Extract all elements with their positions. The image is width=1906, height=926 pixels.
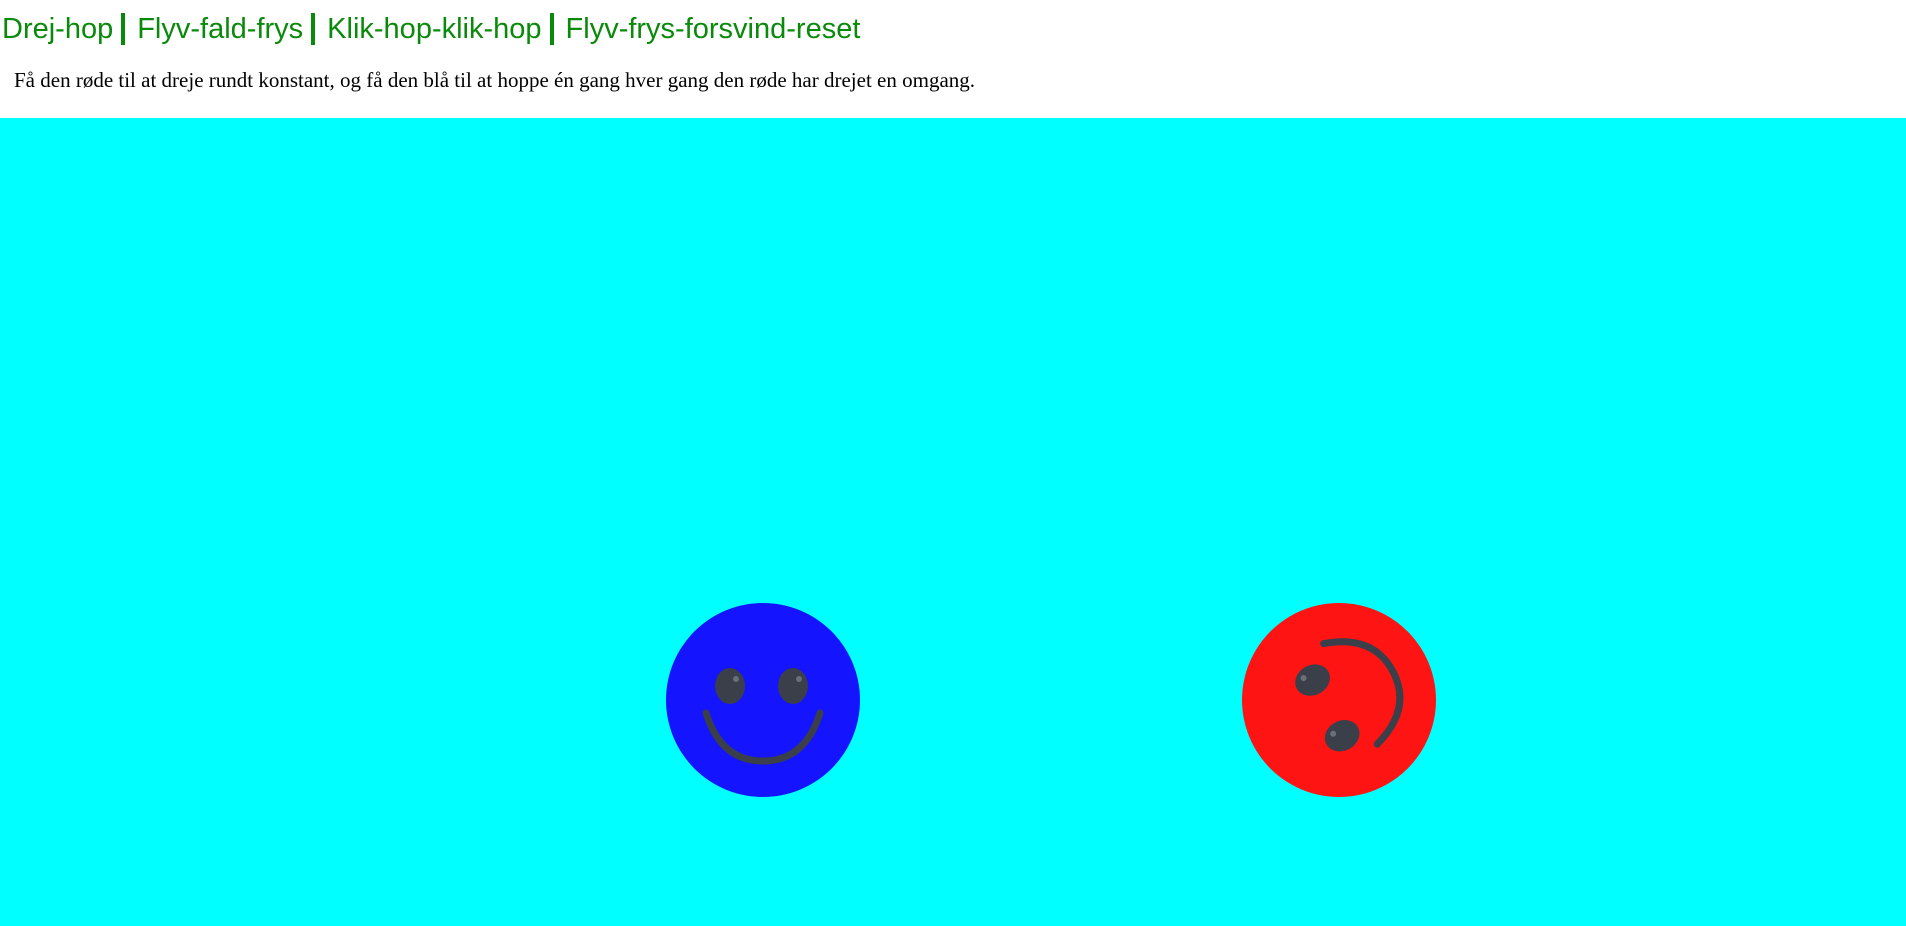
- instructions-text: Få den røde til at dreje rundt konstant,…: [14, 68, 976, 92]
- nav-separator: [311, 13, 316, 45]
- blue-smiley-icon: [666, 603, 860, 797]
- nav-separator: [549, 13, 554, 45]
- red-smiley-face: [1242, 603, 1436, 797]
- blue-smiley-face: [666, 603, 860, 797]
- red-smiley-sprite[interactable]: [1242, 603, 1436, 797]
- nav-link-flyv-fald-frys[interactable]: Flyv-fald-frys: [137, 13, 303, 46]
- blue-smiley-sprite[interactable]: [666, 603, 860, 797]
- nav-link-flyv-frys-forsvind-reset[interactable]: Flyv-frys-forsvind-reset: [566, 13, 861, 46]
- nav-link-drej-hop[interactable]: Drej-hop: [2, 13, 113, 46]
- blue-smiley-right-eye: [778, 668, 808, 704]
- nav-separator: [121, 13, 126, 45]
- nav-link-klik-hop-klik-hop[interactable]: Klik-hop-klik-hop: [327, 13, 541, 46]
- top-navigation: Drej-hop Flyv-fald-frys Klik-hop-klik-ho…: [2, 9, 860, 49]
- blue-smiley-left-eye: [715, 668, 745, 704]
- game-stage[interactable]: [0, 118, 1906, 926]
- red-smiley-icon: [1242, 603, 1436, 797]
